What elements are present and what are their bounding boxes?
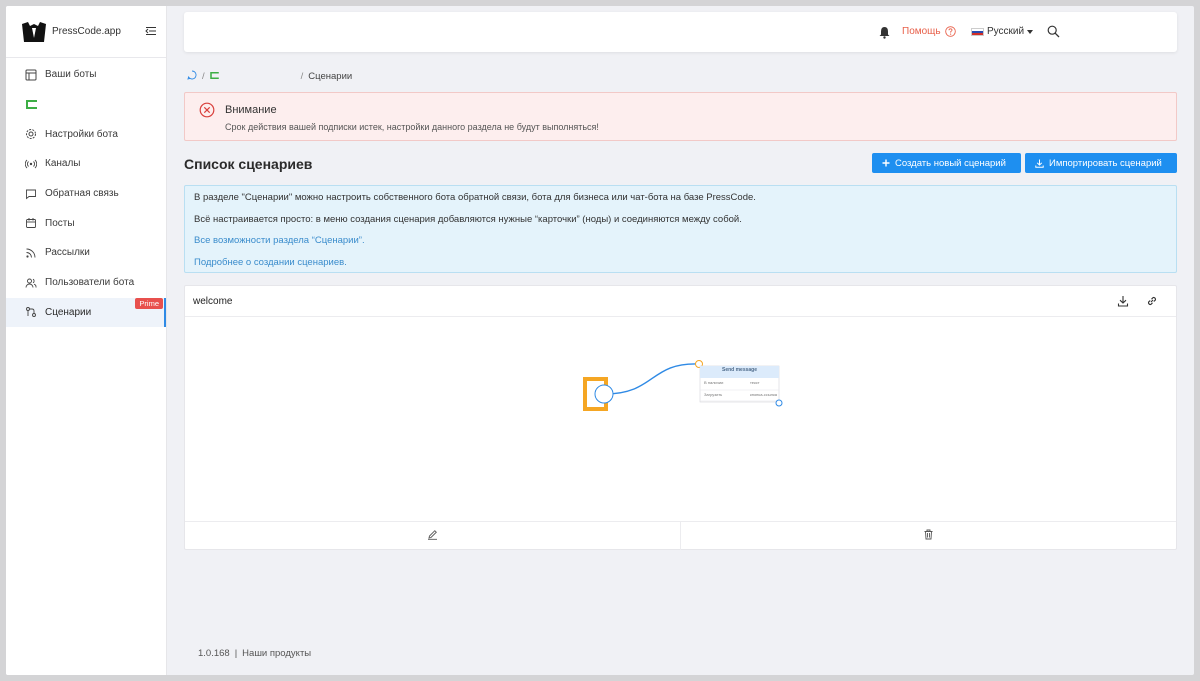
create-scenario-label: Создать новый сценарий [895,157,1006,169]
presscode-logo-icon [22,21,46,43]
rss-icon [24,246,38,260]
sidebar-item-your-bots[interactable]: Ваши боты [6,60,166,90]
breadcrumb: / / Сценарии [187,70,352,83]
scenario-card-footer [185,521,1176,550]
scenarios-info-box: В разделе "Сценарии" можно настроить соб… [184,185,1177,273]
import-scenario-label: Импортировать сценарий [1049,157,1162,169]
sidebar-item-scenarios[interactable]: Сценарии Prime [6,297,166,328]
bot-mark-icon[interactable] [209,71,219,82]
scenario-features-link[interactable]: Все возможности раздела “Сценарии”. [194,235,365,246]
scenario-card-header: welcome [185,286,1176,317]
bot-mark-icon [24,98,38,112]
language-label: Русский [987,26,1025,37]
sidebar-item-bot-users[interactable]: Пользователи бота [6,268,166,298]
sidebar-item-label: Обратная связь [45,188,119,200]
sidebar-item-channels[interactable]: Каналы [6,149,166,179]
question-circle-icon [944,26,956,37]
footer: 1.0.168 | Наши продукты [198,648,311,659]
scenario-name: welcome [193,296,233,307]
language-select[interactable]: Русский [971,26,1034,37]
subscription-alert: Внимание Срок действия вашей подписки ис… [184,92,1177,141]
help-link[interactable]: Помощь [902,26,956,37]
alert-title: Внимание [225,104,277,116]
breadcrumb-separator: / [300,71,304,82]
sidebar-item-label: Ваши боты [45,69,97,81]
search-icon[interactable] [1047,25,1060,38]
our-products-link[interactable]: Наши продукты [242,648,311,659]
sidebar-item-current-bot[interactable] [6,90,166,120]
error-circle-icon [199,102,215,118]
breadcrumb-separator: / [202,71,205,82]
footer-divider: | [234,648,238,659]
broadcast-icon [24,157,38,171]
delete-scenario-button[interactable] [681,522,1176,550]
sidebar-item-label: Настройки бота [45,128,118,140]
node-row-left: В наличии [704,380,724,385]
app-version: 1.0.168 [198,648,230,659]
info-text: В разделе "Сценарии" можно настроить соб… [194,192,756,203]
sidebar-item-label: Рассылки [45,247,90,259]
sidebar-item-label: Посты [45,217,75,229]
calendar-icon [24,216,38,230]
sidebar-item-posts[interactable]: Посты [6,208,166,238]
sidebar: PressCode.app Ваши боты Настройки бота К… [6,6,167,675]
topbar: Помощь Русский [184,12,1177,52]
start-node[interactable] [583,377,614,411]
create-scenario-button[interactable]: Создать новый сценарий [872,153,1021,173]
sidebar-nav: Ваши боты Настройки бота Каналы Обратная… [6,60,166,328]
sidebar-item-mailings[interactable]: Рассылки [6,238,166,268]
flow-icon [24,305,38,319]
chat-icon [24,187,38,201]
sidebar-item-label: Пользователи бота [45,277,135,289]
import-scenario-button[interactable]: Импортировать сценарий [1025,153,1177,173]
node-row-left: Загрузить [704,392,723,397]
home-chat-icon[interactable] [187,70,197,83]
node-output-port[interactable] [775,399,783,407]
download-icon[interactable] [1117,295,1129,307]
layout-icon [24,68,38,82]
node-row-right: текст [750,380,760,385]
bell-icon[interactable] [879,26,890,39]
prime-badge: Prime [135,297,163,309]
sidebar-item-bot-settings[interactable]: Настройки бота [6,119,166,149]
plus-icon [882,159,890,167]
edit-scenario-button[interactable] [185,522,681,550]
sidebar-item-feedback[interactable]: Обратная связь [6,179,166,209]
help-label: Помощь [902,26,941,37]
send-message-node-title: Send message [721,367,758,373]
link-icon[interactable] [1146,295,1158,307]
trash-icon [923,529,934,543]
alert-text: Срок действия вашей подписки истек, наст… [225,122,599,132]
node-row-right: кнопка-ссылка [750,392,778,397]
brand-name: PressCode.app [52,26,121,37]
info-text: Всё настраивается просто: в меню создани… [194,213,742,225]
gear-icon [24,127,38,141]
app-window: PressCode.app Ваши боты Настройки бота К… [6,6,1194,675]
scenario-preview-canvas[interactable]: Send message В наличии текст Загрузить к… [185,317,1176,521]
download-icon [1035,159,1044,168]
users-icon [24,276,38,290]
scenario-howto-link[interactable]: Подробнее о создании сценариев. [194,257,347,268]
brand[interactable]: PressCode.app [6,6,166,58]
sidebar-item-label: Каналы [45,158,81,170]
collapse-sidebar-icon[interactable] [145,25,157,37]
sidebar-item-label: Сценарии [45,306,92,318]
breadcrumb-current: Сценарии [308,71,353,82]
page-title: Список сценариев [184,156,313,172]
russia-flag-icon [971,27,984,36]
scenario-card: welcome Send message В наличии текст Заг… [184,285,1177,550]
pencil-icon [427,529,438,543]
chevron-down-icon [1027,29,1034,34]
